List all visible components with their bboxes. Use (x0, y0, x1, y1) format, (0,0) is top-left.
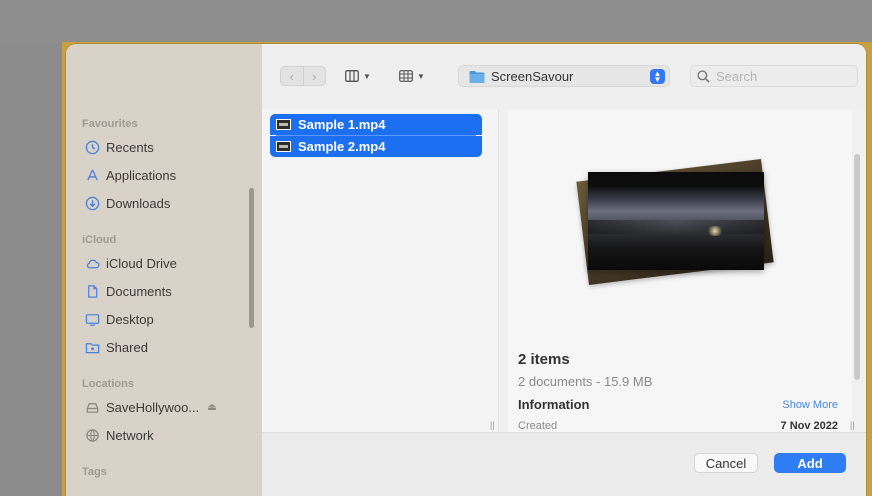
location-popup[interactable]: ScreenSavour ▲ ▼ (458, 65, 670, 87)
sidebar-item-label: Shared (106, 339, 148, 355)
sidebar-item-recents[interactable]: Recents (84, 136, 254, 158)
thumbnail-horizon (588, 220, 764, 234)
forward-button[interactable]: › (302, 67, 326, 85)
column-divider (498, 110, 499, 432)
columns-icon (345, 70, 359, 82)
sidebar-scrollbar[interactable] (249, 188, 254, 328)
search-field[interactable]: Search (690, 65, 858, 87)
file-name: Sample 2.mp4 (298, 139, 386, 154)
preview-scrollbar[interactable] (854, 154, 860, 380)
sidebar-item-savehollywood[interactable]: SaveHollywoo... ⏏ (84, 396, 254, 418)
information-heading: Information (518, 397, 590, 412)
video-file-icon (276, 119, 291, 130)
column-resize-handle[interactable]: || (490, 420, 495, 430)
file-row-sample-2[interactable]: Sample 2.mp4 (270, 136, 482, 157)
created-value: 7 Nov 2022 (780, 420, 838, 432)
open-file-dialog: Favourites Recents Applications Download… (66, 44, 866, 496)
toolbar: ‹ › ▼ ▼ ScreenSavour ▲ ▼ Search (262, 44, 866, 110)
back-button[interactable]: ‹ (281, 67, 303, 85)
shared-folder-icon (84, 339, 100, 355)
chevron-down-icon: ▼ (363, 71, 371, 81)
column-view-button[interactable]: ▼ (338, 66, 378, 86)
group-view-button[interactable]: ▼ (392, 66, 432, 86)
globe-icon (84, 427, 100, 443)
drive-icon (84, 399, 100, 415)
created-label: Created (518, 420, 558, 432)
sidebar-item-applications[interactable]: Applications (84, 164, 254, 186)
sidebar-item-label: SaveHollywoo... (106, 399, 200, 415)
sidebar-section-favourites: Favourites (82, 118, 138, 130)
preview-pane: 2 items 2 documents - 15.9 MB Informatio… (508, 110, 852, 432)
sidebar-item-label: Documents (106, 283, 172, 299)
sidebar-item-label: Applications (106, 167, 177, 183)
thumbnail-sun (706, 226, 724, 236)
chevron-down-icon: ▼ (417, 71, 425, 81)
download-icon (84, 195, 100, 211)
document-icon (84, 283, 100, 299)
backdrop-left (0, 42, 62, 496)
folder-icon (469, 70, 485, 83)
dialog-footer: Cancel Add (262, 432, 866, 496)
sidebar-item-icloud-drive[interactable]: iCloud Drive (84, 252, 254, 274)
grid-icon (399, 70, 413, 82)
location-label: ScreenSavour (491, 68, 574, 84)
popup-stepper-icon: ▲ ▼ (650, 69, 665, 84)
show-more-link[interactable]: Show More (782, 399, 838, 411)
preview-thumbnail-stack (574, 152, 774, 285)
sidebar-section-tags: Tags (82, 466, 107, 478)
chevron-right-icon: › (312, 68, 317, 84)
sidebar-item-downloads[interactable]: Downloads (84, 192, 254, 214)
desktop-icon (84, 311, 100, 327)
sidebar-item-documents[interactable]: Documents (84, 280, 254, 302)
applications-icon (84, 167, 100, 183)
chevron-left-icon: ‹ (289, 68, 294, 84)
preview-thumbnail-front (588, 172, 764, 270)
sidebar-item-label: Downloads (106, 195, 171, 211)
sidebar-section-locations: Locations (82, 378, 134, 390)
sidebar-item-label: Desktop (106, 311, 154, 327)
selection-summary: 2 documents - 15.9 MB (518, 374, 653, 389)
sidebar-item-label: Network (106, 427, 154, 443)
sidebar: Favourites Recents Applications Download… (66, 44, 262, 496)
clock-icon (84, 139, 100, 155)
add-button[interactable]: Add (774, 453, 846, 473)
sidebar-item-desktop[interactable]: Desktop (84, 308, 254, 330)
preview-resize-handle[interactable]: || (850, 420, 855, 430)
sidebar-item-network[interactable]: Network (84, 424, 254, 446)
file-row-sample-1[interactable]: Sample 1.mp4 (270, 114, 482, 135)
sidebar-section-icloud: iCloud (82, 234, 117, 246)
selection-count: 2 items (518, 351, 570, 368)
sidebar-item-label: iCloud Drive (106, 255, 177, 271)
file-name: Sample 1.mp4 (298, 117, 386, 132)
backdrop-top (0, 0, 872, 42)
sidebar-item-shared[interactable]: Shared (84, 336, 254, 358)
search-placeholder: Search (716, 68, 758, 84)
sidebar-item-label: Recents (106, 139, 154, 155)
main-pane: ‹ › ▼ ▼ ScreenSavour ▲ ▼ Search Sample 1… (262, 44, 866, 496)
search-icon (697, 69, 710, 83)
navigation-buttons: ‹ › (280, 66, 326, 86)
file-list: Sample 1.mp4 Sample 2.mp4 (262, 110, 498, 432)
video-file-icon (276, 141, 291, 152)
cloud-icon (84, 255, 100, 271)
eject-icon[interactable]: ⏏ (207, 402, 216, 413)
cancel-button[interactable]: Cancel (694, 453, 758, 473)
